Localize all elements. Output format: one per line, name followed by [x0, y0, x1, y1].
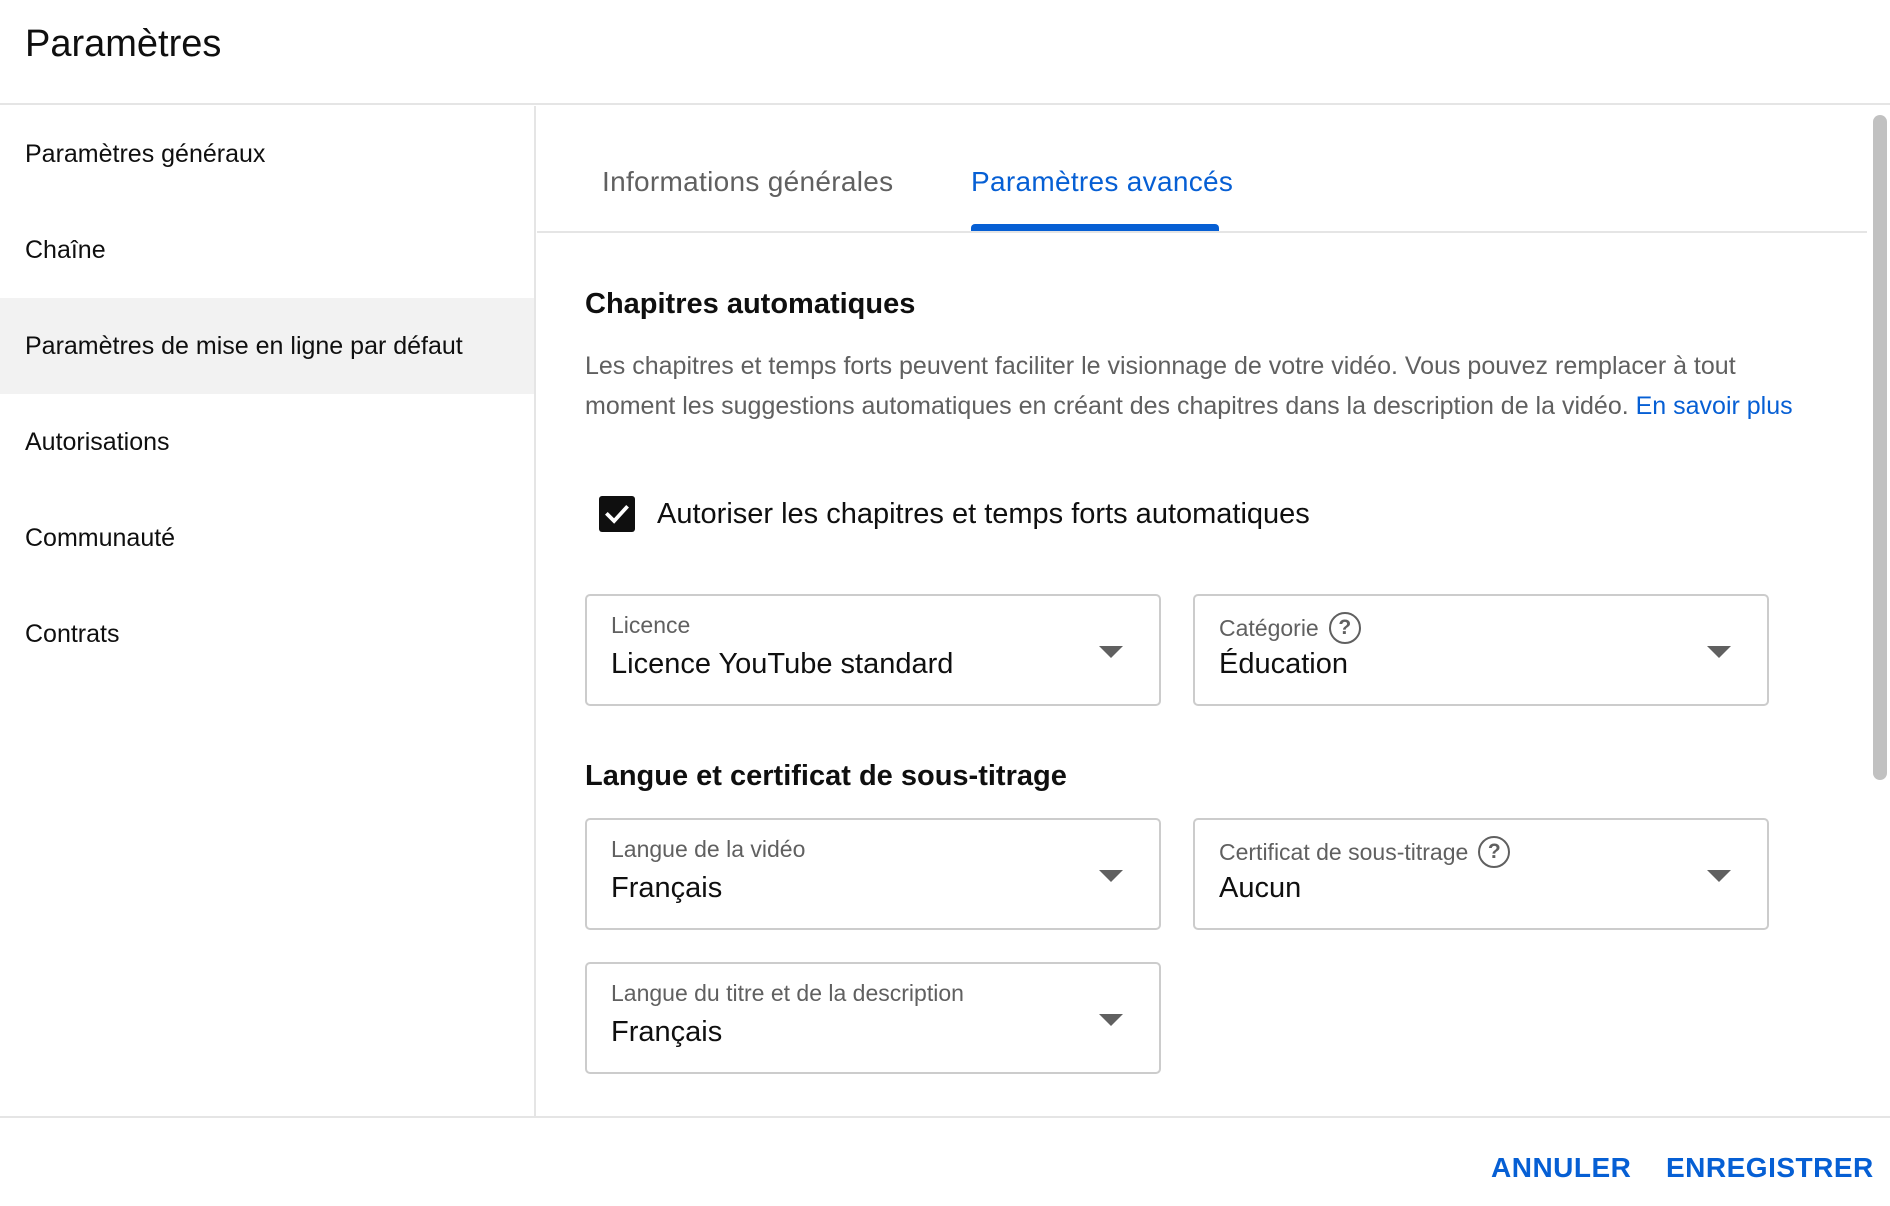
title-language-select[interactable]: Langue du titre et de la description Fra…	[585, 962, 1161, 1074]
category-select[interactable]: Catégorie ? Éducation	[1193, 594, 1769, 706]
chapters-section-title: Chapitres automatiques	[585, 288, 916, 320]
caret-down-icon	[1099, 646, 1123, 658]
chapters-description: Les chapitres et temps forts peuvent fac…	[585, 346, 1815, 426]
header: Paramètres	[0, 0, 1890, 105]
category-value: Éducation	[1219, 648, 1348, 680]
sidebar-item-channel[interactable]: Chaîne	[0, 202, 534, 298]
cancel-button[interactable]: ANNULER	[1491, 1152, 1631, 1184]
sidebar-item-community[interactable]: Communauté	[0, 490, 534, 586]
sidebar-item-agreements[interactable]: Contrats	[0, 586, 534, 682]
sidebar-item-upload-defaults[interactable]: Paramètres de mise en ligne par défaut	[0, 298, 534, 394]
main-content: Informations générales Paramètres avancé…	[537, 106, 1867, 1116]
learn-more-link[interactable]: En savoir plus	[1636, 392, 1793, 420]
check-icon	[605, 504, 629, 524]
caret-down-icon	[1707, 870, 1731, 882]
title-language-label: Langue du titre et de la description	[611, 980, 964, 1006]
sidebar-item-permissions[interactable]: Autorisations	[0, 394, 534, 490]
footer: ANNULER ENREGISTRER	[0, 1116, 1890, 1206]
category-label: Catégorie	[1219, 614, 1319, 641]
caption-certificate-label: Certificat de sous-titrage	[1219, 838, 1469, 865]
caption-certificate-label-group: Certificat de sous-titrage ?	[1219, 836, 1511, 868]
video-language-value: Français	[611, 872, 723, 904]
help-icon[interactable]: ?	[1478, 836, 1511, 868]
tab-basic-info[interactable]: Informations générales	[602, 166, 893, 198]
tab-bar: Informations générales Paramètres avancé…	[537, 106, 1867, 233]
page-title: Paramètres	[25, 23, 222, 65]
scrollbar-thumb[interactable]	[1873, 115, 1887, 780]
caption-certificate-select[interactable]: Certificat de sous-titrage ? Aucun	[1193, 818, 1769, 930]
sidebar: Paramètres généraux Chaîne Paramètres de…	[0, 106, 536, 1116]
video-language-label: Langue de la vidéo	[611, 836, 806, 862]
sidebar-item-general[interactable]: Paramètres généraux	[0, 106, 534, 202]
caret-down-icon	[1707, 646, 1731, 658]
help-icon[interactable]: ?	[1328, 612, 1361, 644]
chapters-description-text: Les chapitres et temps forts peuvent fac…	[585, 352, 1736, 420]
save-button[interactable]: ENREGISTRER	[1666, 1152, 1874, 1184]
caret-down-icon	[1099, 870, 1123, 882]
auto-chapters-option[interactable]: Autoriser les chapitres et temps forts a…	[599, 496, 1310, 532]
title-language-value: Français	[611, 1016, 723, 1048]
auto-chapters-checkbox[interactable]	[599, 496, 635, 532]
license-label: Licence	[611, 612, 691, 638]
active-tab-indicator	[971, 224, 1219, 231]
tab-advanced-settings[interactable]: Paramètres avancés	[971, 166, 1233, 198]
auto-chapters-label: Autoriser les chapitres et temps forts a…	[657, 497, 1310, 530]
license-select[interactable]: Licence Licence YouTube standard	[585, 594, 1161, 706]
caption-certificate-value: Aucun	[1219, 872, 1302, 904]
license-value: Licence YouTube standard	[611, 648, 954, 680]
language-section-title: Langue et certificat de sous-titrage	[585, 760, 1067, 792]
video-language-select[interactable]: Langue de la vidéo Français	[585, 818, 1161, 930]
category-label-group: Catégorie ?	[1219, 612, 1361, 644]
caret-down-icon	[1099, 1014, 1123, 1026]
